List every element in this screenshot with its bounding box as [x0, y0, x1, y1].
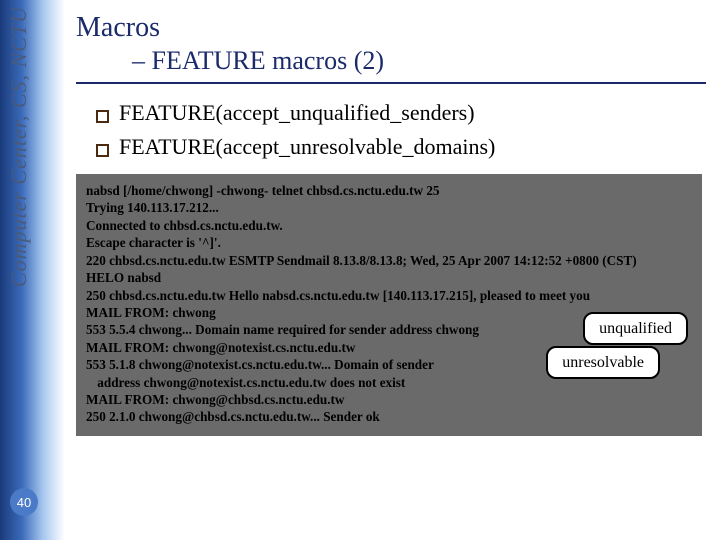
bullet-list: FEATURE(accept_unqualified_senders) FEAT… — [96, 100, 706, 160]
title-divider — [76, 82, 706, 84]
terminal-output: nabsd [/home/chwong] -chwong- telnet chb… — [76, 174, 702, 436]
page-number-badge: 40 — [10, 488, 38, 516]
slide-subtitle: – FEATURE macros (2) — [132, 46, 706, 76]
terminal-line: Escape character is '^]'. — [86, 234, 692, 251]
bullet-item: FEATURE(accept_unresolvable_domains) — [96, 134, 706, 160]
square-bullet-icon — [96, 110, 109, 123]
terminal-line: 250 chbsd.cs.nctu.edu.tw Hello nabsd.cs.… — [86, 287, 692, 304]
bullet-text: FEATURE(accept_unqualified_senders) — [119, 100, 475, 126]
slide-title: Macros — [76, 12, 706, 44]
terminal-line: nabsd [/home/chwong] -chwong- telnet chb… — [86, 182, 692, 199]
institution-label: Computer Center, CS, NCTU — [6, 6, 32, 287]
terminal-line: HELO nabsd — [86, 269, 692, 286]
terminal-line: Connected to chbsd.cs.nctu.edu.tw. — [86, 217, 692, 234]
square-bullet-icon — [96, 144, 109, 157]
bullet-text: FEATURE(accept_unresolvable_domains) — [119, 134, 495, 160]
content-area: Macros – FEATURE macros (2) FEATURE(acce… — [76, 12, 706, 436]
terminal-line: Trying 140.113.17.212... — [86, 199, 692, 216]
terminal-line: MAIL FROM: chwong@chbsd.cs.nctu.edu.tw — [86, 391, 692, 408]
slide: Computer Center, CS, NCTU 40 Macros – FE… — [0, 0, 720, 540]
terminal-line: 250 2.1.0 chwong@chbsd.cs.nctu.edu.tw...… — [86, 408, 692, 425]
callout-unqualified: unqualified — [583, 312, 688, 345]
callout-unresolvable: unresolvable — [546, 346, 660, 379]
terminal-line: 220 chbsd.cs.nctu.edu.tw ESMTP Sendmail … — [86, 252, 692, 269]
bullet-item: FEATURE(accept_unqualified_senders) — [96, 100, 706, 126]
